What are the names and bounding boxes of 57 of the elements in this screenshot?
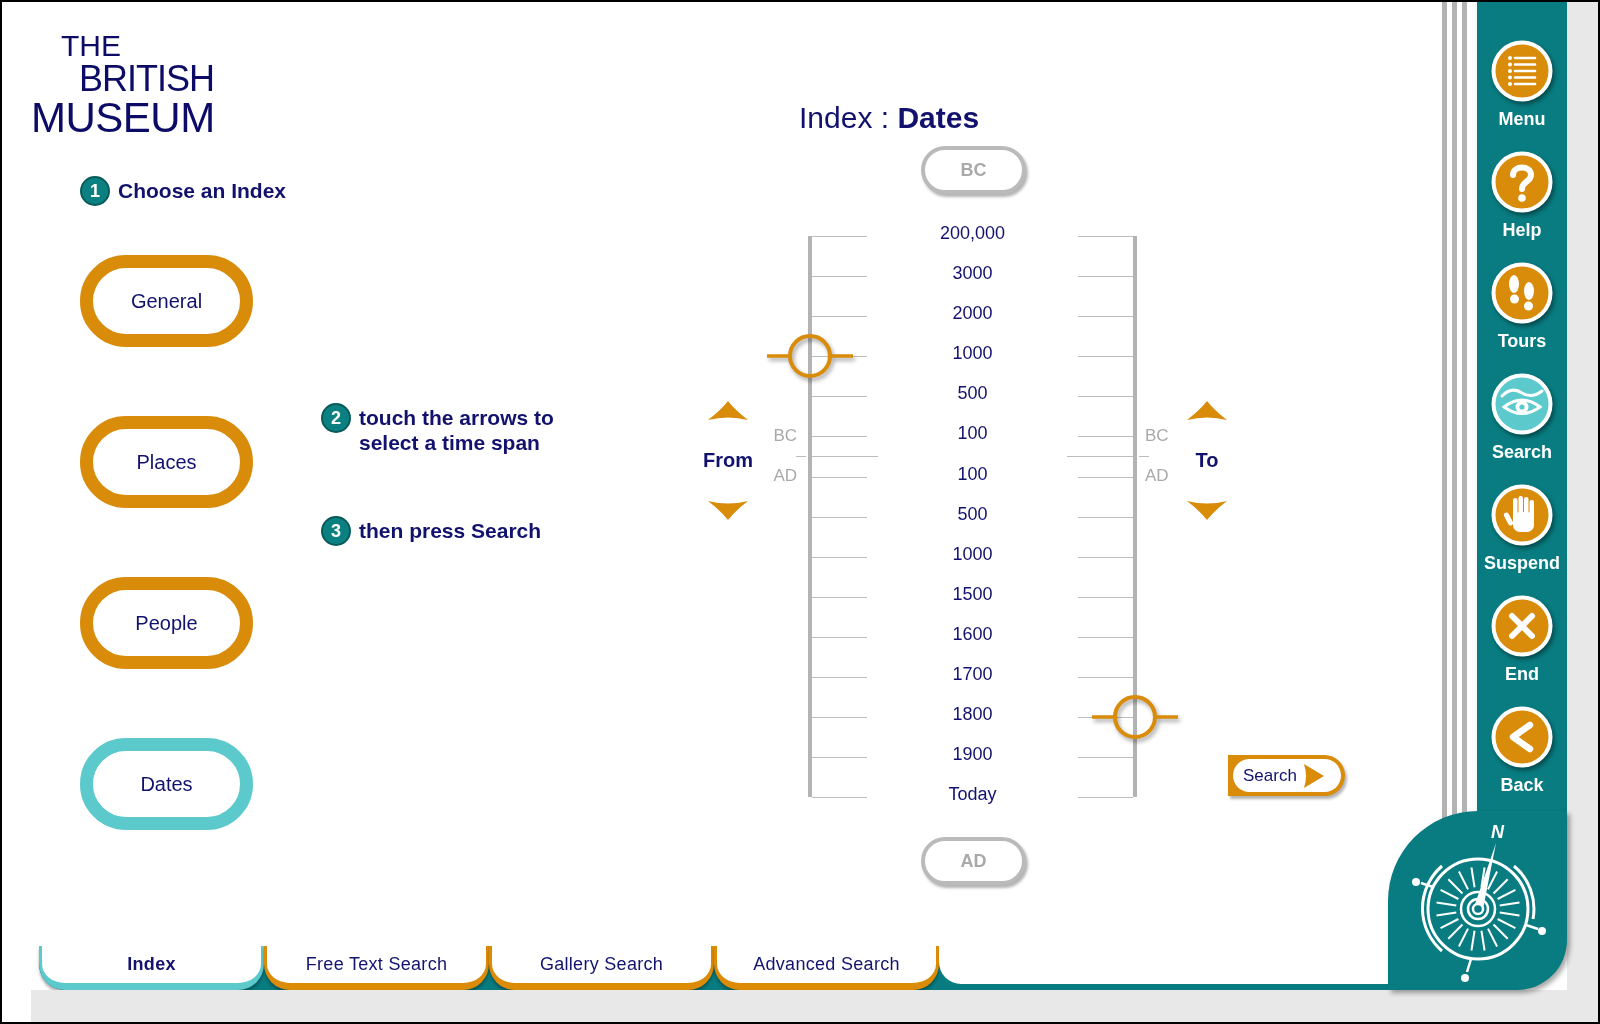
compass-north-label: N — [1491, 823, 1504, 841]
index-button[interactable]: General — [80, 255, 253, 347]
index-button[interactable]: Dates — [80, 738, 253, 830]
scale-label: 200,000 — [939, 223, 1006, 243]
scale-label: 3000 — [952, 263, 993, 283]
tab[interactable]: Gallery Search — [489, 946, 714, 990]
index-button[interactable]: People — [80, 577, 253, 669]
sidebar-button[interactable]: Back — [1491, 706, 1553, 796]
triangle-up-icon — [708, 401, 748, 421]
triangle-down-icon — [1187, 500, 1227, 520]
scale-label: 1600 — [952, 624, 993, 644]
scale-label: 100 — [957, 464, 988, 484]
scale-label: 2000 — [952, 303, 993, 323]
triangle-up-icon — [1187, 401, 1227, 421]
play-icon — [1301, 763, 1324, 788]
scale-label: 1700 — [952, 664, 993, 684]
sidebar-button[interactable]: Search — [1491, 373, 1553, 463]
tab[interactable]: Advanced Search — [714, 946, 939, 990]
step-text: Choose an Index — [118, 178, 287, 203]
sidebar-button[interactable]: Help — [1491, 151, 1553, 241]
scale-label: 1900 — [952, 744, 993, 764]
tab[interactable]: Index — [39, 946, 264, 990]
sidebar-button[interactable]: Menu — [1491, 40, 1553, 130]
down-arrow-button[interactable] — [1187, 500, 1227, 520]
scale-label: 1000 — [952, 343, 993, 363]
scale-label: Today — [948, 784, 997, 804]
era-label: AD — [773, 466, 797, 486]
scale-label: 500 — [957, 504, 988, 524]
step-text: touch the arrows to select a time span — [359, 405, 555, 455]
up-arrow-button[interactable] — [708, 401, 748, 421]
tab[interactable]: Free Text Search — [264, 946, 489, 990]
scale-label: 100 — [957, 423, 988, 443]
slider-thumb[interactable] — [767, 332, 853, 381]
index-button[interactable]: Places — [80, 416, 253, 508]
search-button[interactable]: Search — [1233, 759, 1341, 792]
museum-logo: THE BRITISH MUSEUM — [31, 31, 215, 139]
sidebar-button[interactable]: Tours — [1491, 262, 1553, 352]
down-arrow-button[interactable] — [708, 500, 748, 520]
scale-label: 500 — [957, 383, 988, 403]
era-label: BC — [1145, 426, 1169, 446]
step-text: then press Search — [359, 518, 542, 543]
slider-thumb[interactable] — [1092, 692, 1178, 741]
page-title: Index : Dates — [799, 101, 980, 135]
era-label: BC — [773, 426, 797, 446]
era-label: AD — [1145, 466, 1169, 486]
sidebar-button[interactable]: End — [1491, 595, 1553, 685]
scale-label: 1500 — [952, 584, 993, 604]
scale-label: 1800 — [952, 704, 993, 724]
scale-label: 1000 — [952, 544, 993, 564]
step-number: 1 — [80, 176, 110, 206]
triangle-down-icon — [708, 500, 748, 520]
up-arrow-button[interactable] — [1187, 401, 1227, 421]
step-number: 2 — [321, 403, 351, 433]
sidebar-button[interactable]: Suspend — [1484, 484, 1560, 574]
range-end-label: To — [1195, 448, 1219, 472]
range-end-label: From — [703, 448, 753, 472]
step-number: 3 — [321, 516, 351, 546]
